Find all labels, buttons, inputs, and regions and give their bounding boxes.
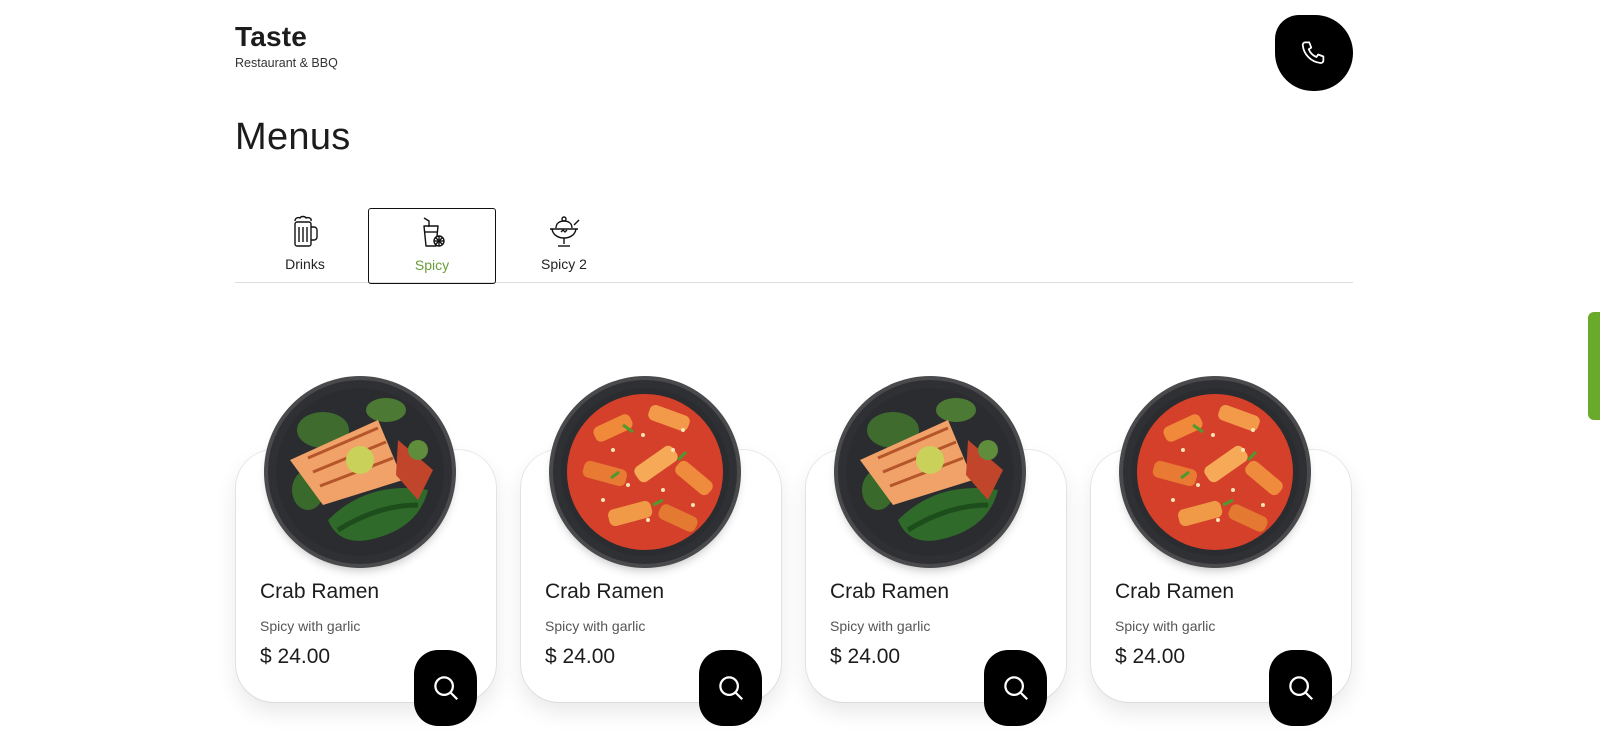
item-title: Crab Ramen [260,580,380,603]
brand-name: Taste [235,21,308,52]
item-description: Spicy with garlic [830,618,931,634]
search-icon [1003,676,1028,701]
view-item-button[interactable] [414,650,477,726]
dish-image [1123,380,1307,564]
search-icon [718,676,743,701]
tab-drinks[interactable]: Drinks [241,208,369,284]
tab-label: Spicy [414,257,450,273]
item-title: Crab Ramen [1115,580,1235,603]
view-item-button[interactable] [699,650,762,726]
dish-image [268,380,452,564]
beer-mug-icon [290,214,320,250]
tab-label: Drinks [285,256,325,272]
page-title: Menus [235,116,351,158]
dish-image [553,380,737,564]
view-item-button[interactable] [984,650,1047,726]
item-price: $ 24.00 [1115,645,1186,668]
item-description: Spicy with garlic [260,618,361,634]
sundae-icon [547,214,581,250]
brand-tagline: Restaurant & BBQ [235,56,338,70]
tab-label: Spicy 2 [541,256,587,272]
view-item-button[interactable] [1269,650,1332,726]
item-price: $ 24.00 [830,645,901,668]
item-description: Spicy with garlic [545,618,646,634]
tab-spicy-2[interactable]: Spicy 2 [500,208,628,284]
item-price: $ 24.00 [260,645,331,668]
phone-icon [1301,41,1325,64]
call-button[interactable] [1275,15,1353,91]
item-title: Crab Ramen [830,580,950,603]
item-description: Spicy with garlic [1115,618,1216,634]
menu-tabs: Drinks Spicy Spicy 2 [235,208,1353,284]
search-icon [433,676,458,701]
dish-image [838,380,1022,564]
search-icon [1288,676,1313,701]
tab-spicy[interactable]: Spicy [368,208,496,284]
scrollbar-thumb[interactable] [1588,312,1600,420]
item-price: $ 24.00 [545,645,616,668]
lemonade-glass-icon [418,215,446,251]
item-title: Crab Ramen [545,580,665,603]
brand[interactable]: Taste Restaurant & BBQ [235,20,338,70]
